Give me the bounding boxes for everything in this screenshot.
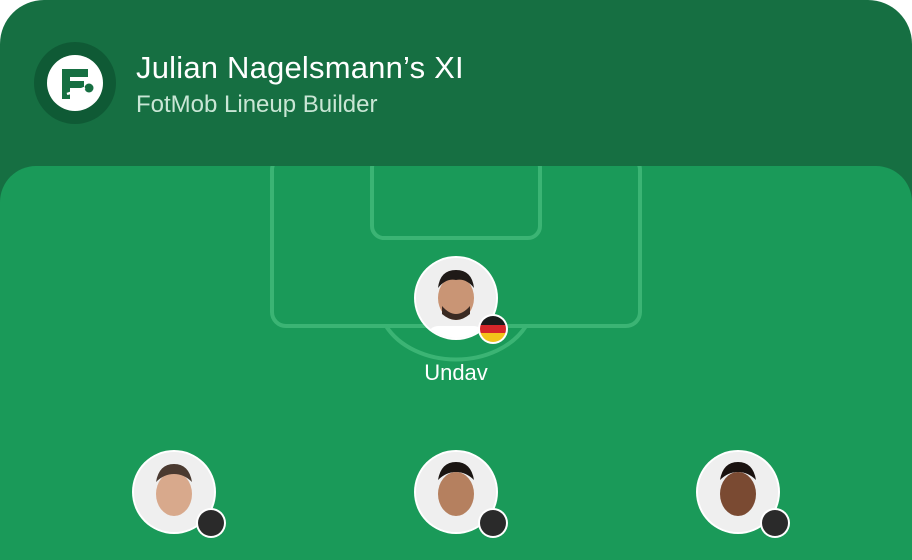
player-photo xyxy=(696,450,790,538)
player-card[interactable] xyxy=(386,450,526,538)
pitch: Undav xyxy=(0,166,912,560)
player-name: Undav xyxy=(424,360,488,385)
player-photo xyxy=(414,450,508,538)
player-card[interactable] xyxy=(668,450,808,538)
player-photo xyxy=(132,450,226,538)
player-photo xyxy=(414,256,508,344)
player-card[interactable] xyxy=(104,450,244,538)
fotmob-logo-icon xyxy=(34,42,116,124)
lineup-card: Julian Nagelsmann’s XI FotMob Lineup Bui… xyxy=(0,0,912,560)
germany-flag-icon xyxy=(478,314,508,344)
lineup-subtitle: FotMob Lineup Builder xyxy=(136,91,378,118)
lineup-title: Julian Nagelsmann’s XI xyxy=(136,50,464,85)
player-card[interactable]: Undav xyxy=(386,256,526,386)
lineup-header: Julian Nagelsmann’s XI FotMob Lineup Bui… xyxy=(0,0,912,166)
